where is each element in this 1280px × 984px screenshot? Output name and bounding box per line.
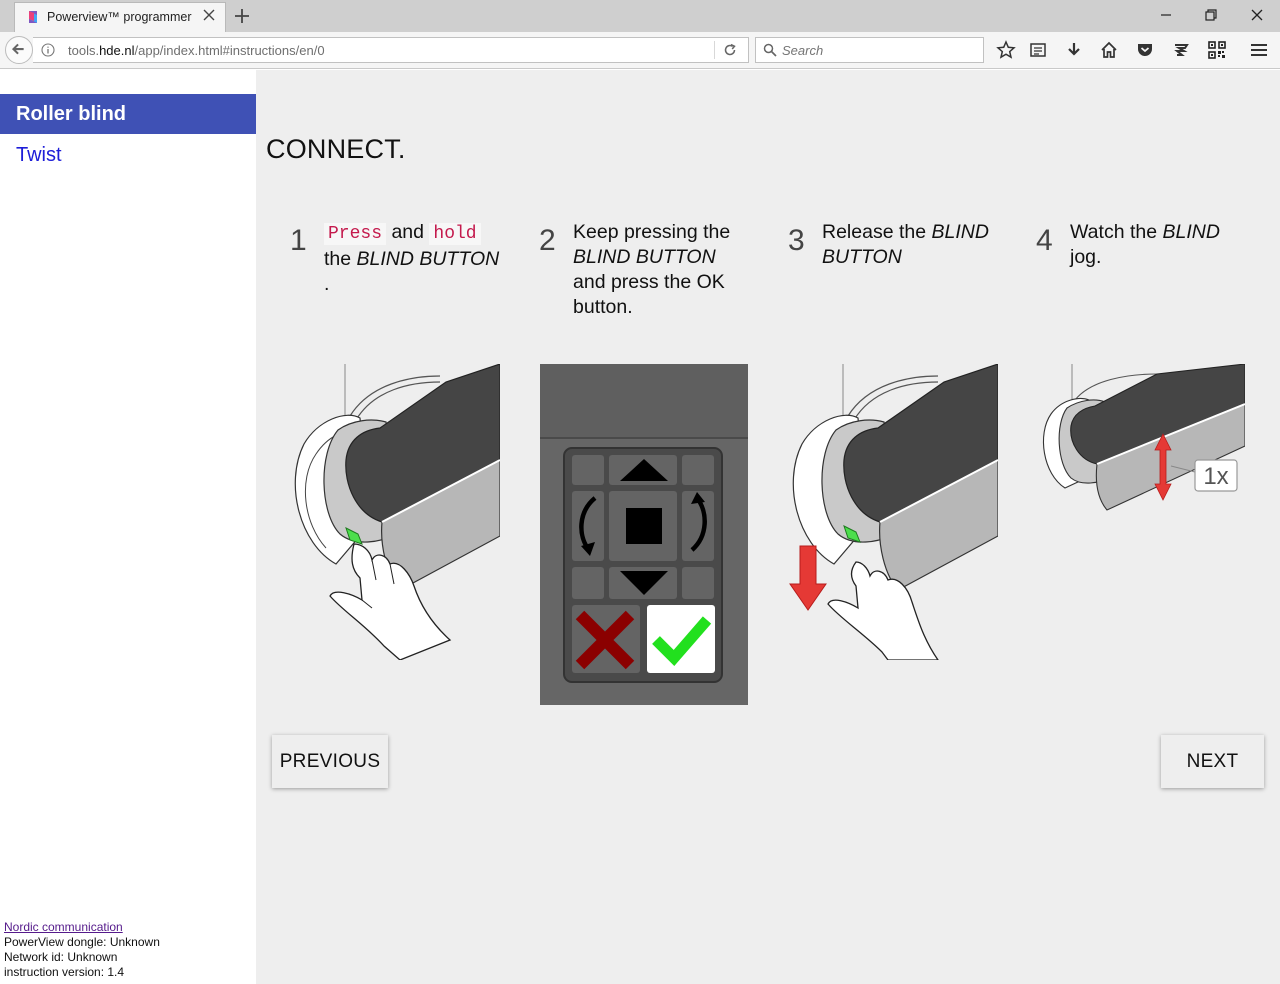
- tab-bar: Powerview™ programmer: [0, 0, 1280, 32]
- reload-icon[interactable]: [723, 43, 737, 57]
- step-number: 1: [290, 224, 307, 257]
- next-button[interactable]: NEXT: [1161, 735, 1264, 788]
- extension-icon[interactable]: [1171, 40, 1191, 60]
- down-arrow-icon: [789, 545, 827, 611]
- menu-hamburger-icon[interactable]: [1249, 40, 1269, 60]
- sidebar-item-roller-blind[interactable]: Roller blind: [0, 94, 256, 134]
- search-icon: [763, 43, 777, 57]
- previous-button[interactable]: PREVIOUS: [272, 735, 388, 788]
- step-number: 4: [1036, 224, 1053, 257]
- url-separator: [714, 41, 715, 59]
- close-window-icon[interactable]: [1247, 6, 1267, 24]
- step-number: 2: [539, 224, 556, 257]
- instruction-version: instruction version: 1.4: [4, 965, 125, 979]
- close-tab-icon[interactable]: [202, 8, 216, 22]
- app-favicon-icon: [29, 11, 37, 23]
- search-input[interactable]: [782, 41, 972, 59]
- step-number: 3: [788, 224, 805, 257]
- release-blind-button-illustration: [789, 364, 998, 660]
- site-info-icon[interactable]: [41, 43, 55, 57]
- hold-code: hold: [429, 223, 481, 245]
- blind-jog-illustration: 1x: [1042, 364, 1245, 511]
- main-content: CONNECT. 1 Press and hold the BLIND BUTT…: [256, 70, 1280, 984]
- bookmark-star-icon[interactable]: [996, 40, 1016, 60]
- download-icon[interactable]: [1064, 40, 1084, 60]
- pocket-icon[interactable]: [1135, 40, 1155, 60]
- press-code: Press: [324, 223, 387, 245]
- press-blind-button-illustration: [294, 364, 500, 660]
- remote-control-illustration: [540, 364, 748, 705]
- search-bar[interactable]: [755, 37, 984, 63]
- restore-icon[interactable]: [1201, 6, 1221, 24]
- dongle-status: PowerView dongle: Unknown: [4, 935, 160, 949]
- nordic-communication-link[interactable]: Nordic communication: [4, 920, 123, 934]
- step-text: Keep pressing the BLIND BUTTON and press…: [573, 221, 731, 318]
- step-text: Press and hold the BLIND BUTTON .: [324, 221, 500, 295]
- back-button[interactable]: [5, 36, 33, 64]
- new-tab-icon[interactable]: [233, 7, 251, 25]
- sidebar-item-twist[interactable]: Twist: [16, 144, 62, 167]
- back-arrow-icon: [11, 43, 24, 55]
- status-info: Nordic communication PowerView dongle: U…: [4, 920, 160, 980]
- home-icon[interactable]: [1099, 40, 1119, 60]
- qr-code-icon[interactable]: [1207, 40, 1227, 60]
- step-text: Release the BLIND BUTTON: [822, 221, 989, 268]
- tab-title: Powerview™ programmer: [47, 10, 192, 24]
- jog-count-label: 1x: [1203, 463, 1228, 490]
- browser-tab[interactable]: Powerview™ programmer: [14, 2, 226, 32]
- address-bar[interactable]: tools.hde.nl/app/index.html#instructions…: [33, 37, 749, 63]
- page-title: CONNECT.: [266, 134, 406, 164]
- reading-list-icon[interactable]: [1028, 40, 1048, 60]
- navigation-toolbar: tools.hde.nl/app/index.html#instructions…: [0, 32, 1280, 69]
- stop-square-icon[interactable]: [626, 508, 662, 544]
- sidebar: Roller blind Twist Nordic communication …: [0, 70, 256, 984]
- url-text[interactable]: tools.hde.nl/app/index.html#instructions…: [68, 43, 325, 58]
- network-id: Network id: Unknown: [4, 950, 118, 964]
- minimize-icon[interactable]: [1156, 6, 1176, 24]
- step-text: Watch the BLIND jog.: [1070, 221, 1220, 268]
